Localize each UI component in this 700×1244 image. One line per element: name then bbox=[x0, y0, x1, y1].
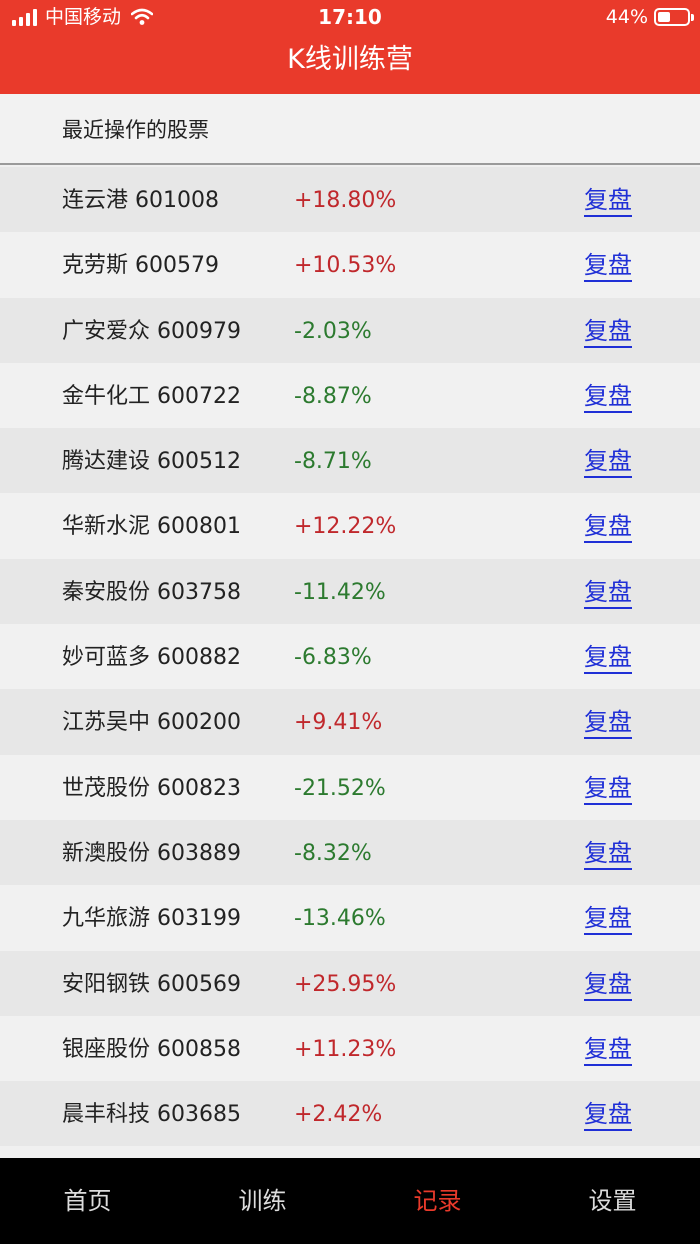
battery-fill bbox=[658, 12, 670, 22]
stock-name: 世茂股份 600823 bbox=[62, 775, 241, 801]
stock-row: 广安爱众 600979 -2.03% 复盘 bbox=[0, 297, 700, 363]
top-header: 中国移动 17:10 44% K线训练营 bbox=[0, 0, 700, 94]
replay-link[interactable]: 复盘 bbox=[584, 250, 632, 283]
replay-link[interactable]: 复盘 bbox=[584, 903, 632, 936]
tab-settings[interactable]: 设置 bbox=[525, 1158, 700, 1244]
stock-name: 连云港 601008 bbox=[62, 188, 219, 213]
replay-link[interactable]: 复盘 bbox=[584, 1099, 632, 1132]
replay-link[interactable]: 复盘 bbox=[584, 511, 632, 544]
stock-name: 新澳股份 603889 bbox=[62, 840, 241, 866]
replay-link[interactable]: 复盘 bbox=[584, 185, 632, 217]
stock-row: 克劳斯 600579 +10.53% 复盘 bbox=[0, 232, 700, 298]
stock-row: 连云港 601008 +18.80% 复盘 bbox=[0, 167, 700, 233]
stock-change: -11.42% bbox=[294, 579, 386, 605]
replay-link[interactable]: 复盘 bbox=[584, 969, 632, 1001]
status-right: 44% bbox=[605, 6, 694, 28]
stock-name: 秦安股份 603758 bbox=[62, 579, 241, 605]
stock-change: -13.46% bbox=[294, 906, 386, 932]
replay-link[interactable]: 复盘 bbox=[584, 838, 632, 870]
replay-link[interactable]: 复盘 bbox=[584, 316, 632, 348]
stock-row: 腾达建设 600512 -8.71% 复盘 bbox=[0, 428, 700, 494]
replay-link[interactable]: 复盘 bbox=[584, 642, 632, 675]
stock-name: 晨丰科技 603685 bbox=[62, 1102, 241, 1128]
app-screen: 中国移动 17:10 44% K线训练营 最近操作的股票 连云港 601008 … bbox=[0, 0, 700, 1244]
stock-row: 九华旅游 603199 -13.46% 复盘 bbox=[0, 885, 700, 951]
section-title: 最近操作的股票 bbox=[62, 118, 209, 142]
replay-link[interactable]: 复盘 bbox=[584, 1034, 632, 1066]
bottom-tab-bar: 首页 训练 记录 设置 bbox=[0, 1158, 700, 1244]
replay-link[interactable]: 复盘 bbox=[584, 381, 632, 413]
stock-change: -6.83% bbox=[294, 645, 372, 671]
stock-name: 安阳钢铁 600569 bbox=[62, 971, 241, 997]
stock-change: -8.71% bbox=[294, 449, 372, 475]
stock-row: 华新水泥 600801 +12.22% 复盘 bbox=[0, 493, 700, 559]
stock-list: 连云港 601008 +18.80% 复盘 克劳斯 600579 +10.53%… bbox=[0, 167, 700, 1147]
stock-name: 九华旅游 603199 bbox=[62, 906, 241, 932]
battery-percent: 44% bbox=[605, 6, 648, 28]
stock-change: -2.03% bbox=[294, 318, 372, 344]
stock-name: 金牛化工 600722 bbox=[62, 383, 241, 409]
stock-name: 江苏吴中 600200 bbox=[62, 710, 241, 736]
stock-row: 秦安股份 603758 -11.42% 复盘 bbox=[0, 558, 700, 625]
stock-name: 银座股份 600858 bbox=[62, 1036, 241, 1062]
stock-change: +9.41% bbox=[294, 710, 383, 736]
stock-change: +12.22% bbox=[294, 514, 397, 540]
stock-row: 银座股份 600858 +11.23% 复盘 bbox=[0, 1015, 700, 1082]
stock-change: +11.23% bbox=[294, 1036, 397, 1062]
stock-name: 华新水泥 600801 bbox=[62, 514, 241, 540]
tab-records[interactable]: 记录 bbox=[350, 1158, 525, 1244]
replay-link[interactable]: 复盘 bbox=[584, 577, 632, 609]
replay-link[interactable]: 复盘 bbox=[584, 446, 632, 479]
stock-change: +10.53% bbox=[294, 253, 397, 279]
page-title: K线训练营 bbox=[287, 44, 413, 75]
tab-training[interactable]: 训练 bbox=[175, 1158, 350, 1244]
stock-row: 妙可蓝多 600882 -6.83% 复盘 bbox=[0, 624, 700, 690]
battery-tip bbox=[691, 14, 694, 21]
stock-row: 安阳钢铁 600569 +25.95% 复盘 bbox=[0, 950, 700, 1016]
stock-change: +25.95% bbox=[294, 971, 397, 997]
stock-name: 广安爱众 600979 bbox=[62, 318, 241, 344]
status-time: 17:10 bbox=[318, 5, 382, 29]
stock-row: 世茂股份 600823 -21.52% 复盘 bbox=[0, 754, 700, 820]
replay-link[interactable]: 复盘 bbox=[584, 707, 632, 740]
stock-row: 新澳股份 603889 -8.32% 复盘 bbox=[0, 819, 700, 886]
section-header: 最近操作的股票 bbox=[0, 94, 700, 165]
stock-change: -8.87% bbox=[294, 383, 372, 409]
stock-name: 妙可蓝多 600882 bbox=[62, 645, 241, 671]
replay-link[interactable]: 复盘 bbox=[584, 773, 632, 805]
stock-change: -21.52% bbox=[294, 775, 386, 801]
status-bar: 中国移动 17:10 44% bbox=[0, 0, 700, 36]
stock-name: 克劳斯 600579 bbox=[62, 253, 219, 279]
stock-change: -8.32% bbox=[294, 840, 372, 866]
stock-name: 腾达建设 600512 bbox=[62, 449, 241, 475]
stock-change: +2.42% bbox=[294, 1102, 383, 1128]
tab-home[interactable]: 首页 bbox=[0, 1158, 175, 1244]
stock-row: 金牛化工 600722 -8.87% 复盘 bbox=[0, 362, 700, 429]
stock-row: 晨丰科技 603685 +2.42% 复盘 bbox=[0, 1081, 700, 1147]
stock-row: 江苏吴中 600200 +9.41% 复盘 bbox=[0, 689, 700, 755]
battery-icon bbox=[654, 8, 694, 26]
stock-change: +18.80% bbox=[294, 188, 397, 213]
